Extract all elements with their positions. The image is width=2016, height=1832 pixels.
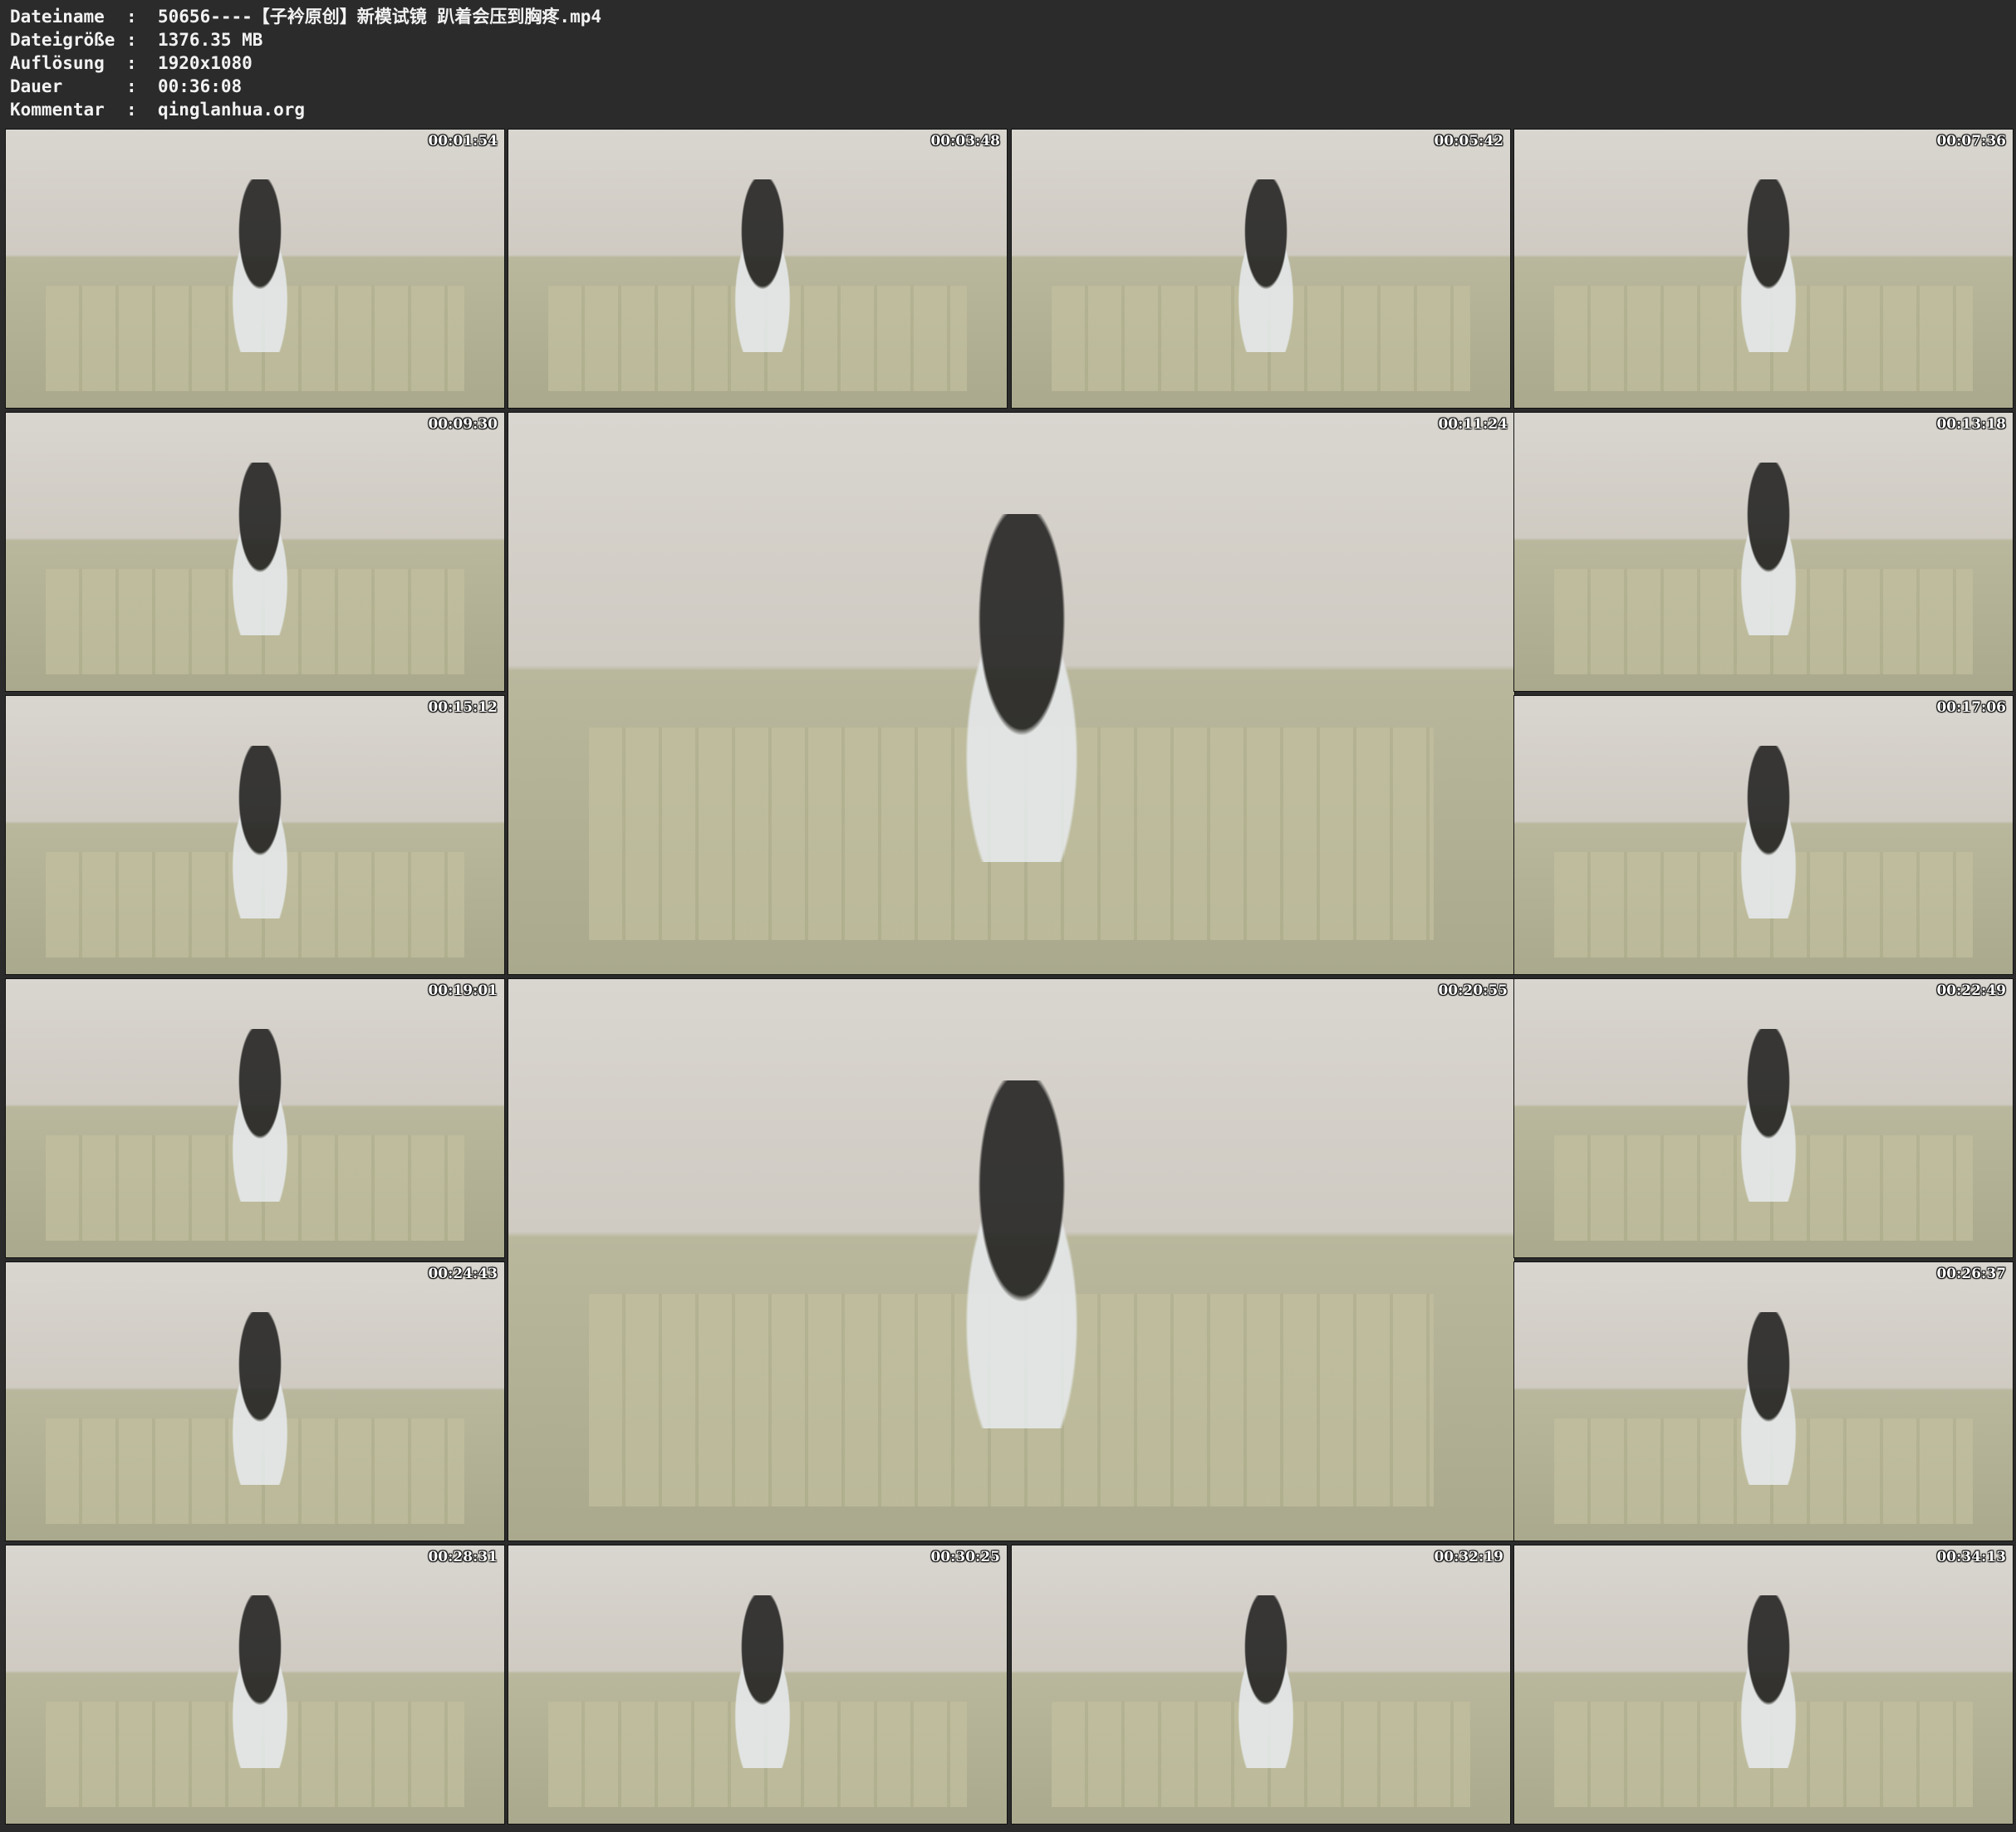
video-thumbnail: 00:09:30	[5, 412, 505, 692]
video-thumbnail: 00:30:25	[508, 1545, 1008, 1825]
video-thumbnail: 00:26:37	[1513, 1261, 2014, 1541]
video-thumbnail: 00:15:12	[5, 695, 505, 975]
thumbnail-timestamp: 00:01:54	[428, 133, 498, 149]
thumbnail-timestamp: 00:13:18	[1936, 416, 2006, 433]
thumbnail-timestamp: 00:05:42	[1434, 133, 1503, 149]
thumbnail-timestamp: 00:26:37	[1936, 1266, 2006, 1282]
video-thumbnail: 00:01:54	[5, 129, 505, 409]
video-thumbnail: 00:20:55	[508, 978, 1515, 1541]
video-thumbnail: 00:17:06	[1513, 695, 2014, 975]
thumbnail-timestamp: 00:03:48	[930, 133, 1000, 149]
video-thumbnail: 00:07:36	[1513, 129, 2014, 409]
video-thumbnail: 00:19:01	[5, 978, 505, 1258]
video-thumbnail: 00:03:48	[508, 129, 1008, 409]
video-thumbnail: 00:24:43	[5, 1261, 505, 1541]
thumbnail-timestamp: 00:09:30	[428, 416, 498, 433]
thumbnail-grid: 00:01:54 00:03:48 00:05:42 00:07:36 00:09:30…	[0, 0, 2016, 1832]
thumbnail-timestamp: 00:34:13	[1936, 1549, 2006, 1565]
thumbnail-timestamp: 00:32:19	[1434, 1549, 1503, 1565]
thumbnail-timestamp: 00:19:01	[428, 982, 498, 999]
thumbnail-timestamp: 00:30:25	[930, 1549, 1000, 1565]
thumbnail-timestamp: 00:28:31	[428, 1549, 498, 1565]
video-thumbnail: 00:11:24	[508, 412, 1515, 975]
thumbnail-timestamp: 00:17:06	[1936, 699, 2006, 716]
video-thumbnail: 00:34:13	[1513, 1545, 2014, 1825]
video-thumbnail: 00:13:18	[1513, 412, 2014, 692]
thumbnail-timestamp: 00:20:55	[1438, 982, 1508, 999]
thumbnail-timestamp: 00:24:43	[428, 1266, 498, 1282]
thumbnail-timestamp: 00:07:36	[1936, 133, 2006, 149]
thumbnail-timestamp: 00:22:49	[1936, 982, 2006, 999]
video-thumbnail: 00:32:19	[1011, 1545, 1511, 1825]
thumbnail-timestamp: 00:15:12	[428, 699, 498, 716]
video-thumbnail: 00:05:42	[1011, 129, 1511, 409]
video-thumbnail: 00:28:31	[5, 1545, 505, 1825]
thumbnail-timestamp: 00:11:24	[1438, 416, 1508, 433]
video-thumbnail: 00:22:49	[1513, 978, 2014, 1258]
